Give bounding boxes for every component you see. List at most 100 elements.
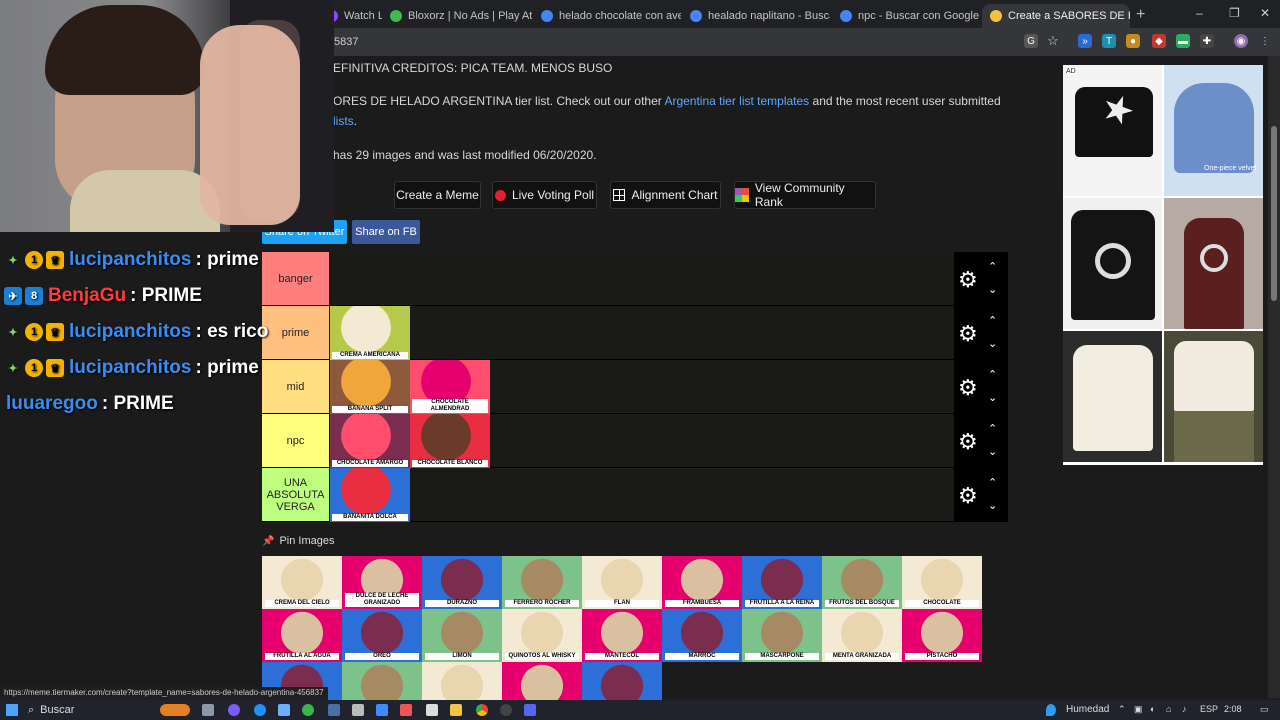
chat-username[interactable]: luuaregoo bbox=[6, 393, 98, 415]
network-icon[interactable]: ⌂ bbox=[1166, 704, 1171, 714]
gear-icon[interactable]: ⚙ bbox=[958, 429, 978, 455]
discord-icon[interactable] bbox=[524, 704, 536, 716]
extension-icon[interactable]: » bbox=[1078, 34, 1092, 48]
chevron-up-icon[interactable]: ⌃ bbox=[988, 422, 997, 435]
gear-icon[interactable]: ⚙ bbox=[958, 483, 978, 509]
pool-item[interactable]: MASCARPONE bbox=[742, 609, 822, 662]
pool-item[interactable]: FRUTOS DEL BOSQUE bbox=[822, 556, 902, 609]
pool-item[interactable]: QUINOTOS AL WHISKY bbox=[502, 609, 582, 662]
store-icon[interactable] bbox=[278, 704, 290, 716]
xbox-icon[interactable] bbox=[302, 704, 314, 716]
volume-icon[interactable]: ♪ bbox=[1182, 704, 1187, 714]
tier-label[interactable]: mid bbox=[262, 360, 329, 413]
translate-icon[interactable]: G bbox=[1024, 34, 1038, 48]
gear-icon[interactable]: ⚙ bbox=[958, 375, 978, 401]
ad-image[interactable]: One-piece velvet bbox=[1164, 65, 1263, 196]
chevron-down-icon[interactable]: ⌃ bbox=[988, 390, 997, 403]
chat-username[interactable]: lucipanchitos bbox=[69, 357, 191, 379]
create-meme-button[interactable]: Create a Meme bbox=[394, 181, 481, 209]
app-icon[interactable] bbox=[376, 704, 388, 716]
pool-item[interactable]: PISTACHO bbox=[902, 609, 982, 662]
app-icon[interactable] bbox=[328, 704, 340, 716]
gear-icon[interactable]: ⚙ bbox=[958, 321, 978, 347]
ad-image[interactable] bbox=[1063, 198, 1162, 329]
page-scrollbar[interactable] bbox=[1268, 56, 1280, 698]
new-tab-button[interactable]: + bbox=[1136, 6, 1145, 24]
task-view-icon[interactable] bbox=[202, 704, 214, 716]
profile-avatar-icon[interactable]: ◉ bbox=[1234, 34, 1248, 48]
tray-icon[interactable]: ▣ bbox=[1134, 704, 1143, 715]
chevron-down-icon[interactable]: ⌃ bbox=[988, 444, 997, 457]
browser-tab[interactable]: helado chocolate con avellan✕ bbox=[533, 4, 681, 28]
chevron-up-icon[interactable]: ⌃ bbox=[988, 260, 997, 273]
app-icon[interactable] bbox=[400, 704, 412, 716]
tier-label[interactable]: banger bbox=[262, 252, 329, 305]
browser-tab[interactable]: Create a SABORES DE HELAD ✕ bbox=[982, 4, 1130, 28]
pin-images-toggle[interactable]: 📌 Pin Images bbox=[262, 535, 334, 547]
pool-item[interactable]: CREMA DEL CIELO bbox=[262, 556, 342, 609]
extension-icon[interactable]: ● bbox=[1126, 34, 1140, 48]
chevron-up-icon[interactable]: ⌃ bbox=[988, 314, 997, 327]
tier-label[interactable]: UNA ABSOLUTA VERGA bbox=[262, 468, 329, 521]
app-icon[interactable] bbox=[426, 704, 438, 716]
pool-item[interactable]: MANTECOL bbox=[582, 609, 662, 662]
search-highlight-icon[interactable] bbox=[160, 704, 190, 716]
tier-label[interactable]: npc bbox=[262, 414, 329, 467]
windows-start-icon[interactable] bbox=[6, 704, 18, 716]
url-text[interactable]: 5837 bbox=[334, 36, 358, 48]
browser-tab[interactable]: npc - Buscar con Google✕ bbox=[832, 4, 980, 28]
tier-item[interactable]: BANANA SPLIT bbox=[330, 360, 410, 414]
chevron-down-icon[interactable]: ⌃ bbox=[988, 282, 997, 295]
maximize-button[interactable]: ❐ bbox=[1229, 6, 1240, 20]
tier-item[interactable]: BANANITA DOLCA bbox=[330, 468, 410, 522]
ad-image[interactable] bbox=[1063, 331, 1162, 462]
ad-banner[interactable]: One-piece velvet bbox=[1063, 65, 1263, 465]
extension-icon[interactable]: T bbox=[1102, 34, 1116, 48]
pool-item[interactable]: FLAN bbox=[582, 556, 662, 609]
tier-label[interactable]: prime bbox=[262, 306, 329, 359]
chrome-icon[interactable] bbox=[476, 704, 488, 716]
edge-icon[interactable] bbox=[254, 704, 266, 716]
extension-icon[interactable]: ▬ bbox=[1176, 34, 1190, 48]
weather-drop-icon[interactable] bbox=[1046, 704, 1056, 716]
ad-image[interactable] bbox=[1063, 65, 1162, 196]
tier-item[interactable]: CHOCOLATE BLANCO bbox=[410, 414, 490, 468]
pool-item[interactable]: OREO bbox=[342, 609, 422, 662]
pool-item[interactable]: FRUTILLA A LA REINA bbox=[742, 556, 822, 609]
language-indicator[interactable]: ESP bbox=[1200, 704, 1218, 714]
live-voting-button[interactable]: Live Voting Poll bbox=[492, 181, 597, 209]
close-tab-icon[interactable]: ✕ bbox=[979, 9, 980, 23]
close-window-button[interactable]: ✕ bbox=[1260, 6, 1270, 20]
tray-icon[interactable]: ◐ bbox=[1150, 704, 1155, 714]
share-fb-button[interactable]: Share on FB bbox=[352, 220, 420, 244]
tier-item[interactable]: CHOCOLATE AMARGO bbox=[330, 414, 410, 468]
pool-item[interactable]: FERRERO ROCHER bbox=[502, 556, 582, 609]
chat-username[interactable]: BenjaGu bbox=[48, 285, 126, 307]
app-icon[interactable] bbox=[500, 704, 512, 716]
chevron-down-icon[interactable]: ⌃ bbox=[988, 336, 997, 349]
chevron-up-icon[interactable]: ⌃ bbox=[988, 476, 997, 489]
templates-link[interactable]: Argentina tier list templates bbox=[664, 94, 809, 108]
pool-item[interactable]: FRAMBUESA bbox=[662, 556, 742, 609]
pool-item[interactable]: CHOCOLATE bbox=[902, 556, 982, 609]
tray-chevron-icon[interactable]: ⌃ bbox=[1118, 704, 1126, 715]
tier-item[interactable]: CREMA AMERICANA bbox=[330, 306, 410, 360]
user-lists-link[interactable]: lists bbox=[333, 114, 354, 128]
pool-item[interactable]: MARROC bbox=[662, 609, 742, 662]
pool-item[interactable]: MENTA GRANIZADA bbox=[822, 609, 902, 662]
pool-item[interactable]: LIMON bbox=[422, 609, 502, 662]
chat-username[interactable]: lucipanchitos bbox=[69, 249, 191, 271]
extensions-puzzle-icon[interactable]: ✚ bbox=[1200, 34, 1214, 48]
ad-image[interactable] bbox=[1164, 198, 1263, 329]
chevron-down-icon[interactable]: ⌃ bbox=[988, 498, 997, 511]
notifications-icon[interactable]: ▭ bbox=[1260, 704, 1269, 715]
minimize-button[interactable]: – bbox=[1196, 6, 1203, 20]
menu-dots-icon[interactable]: ⋮ bbox=[1258, 34, 1272, 48]
pool-item[interactable]: DULCE DE LECHE GRANIZADO bbox=[342, 556, 422, 609]
bookmark-star-icon[interactable]: ☆ bbox=[1046, 33, 1060, 48]
scrollbar-thumb[interactable] bbox=[1271, 126, 1277, 301]
weather-label[interactable]: Humedad bbox=[1066, 704, 1109, 715]
pool-item[interactable]: DURAZNO bbox=[422, 556, 502, 609]
tier-item[interactable]: CHOCOLATE ALMENDRAD bbox=[410, 360, 490, 414]
extension-icon[interactable]: ◆ bbox=[1152, 34, 1166, 48]
